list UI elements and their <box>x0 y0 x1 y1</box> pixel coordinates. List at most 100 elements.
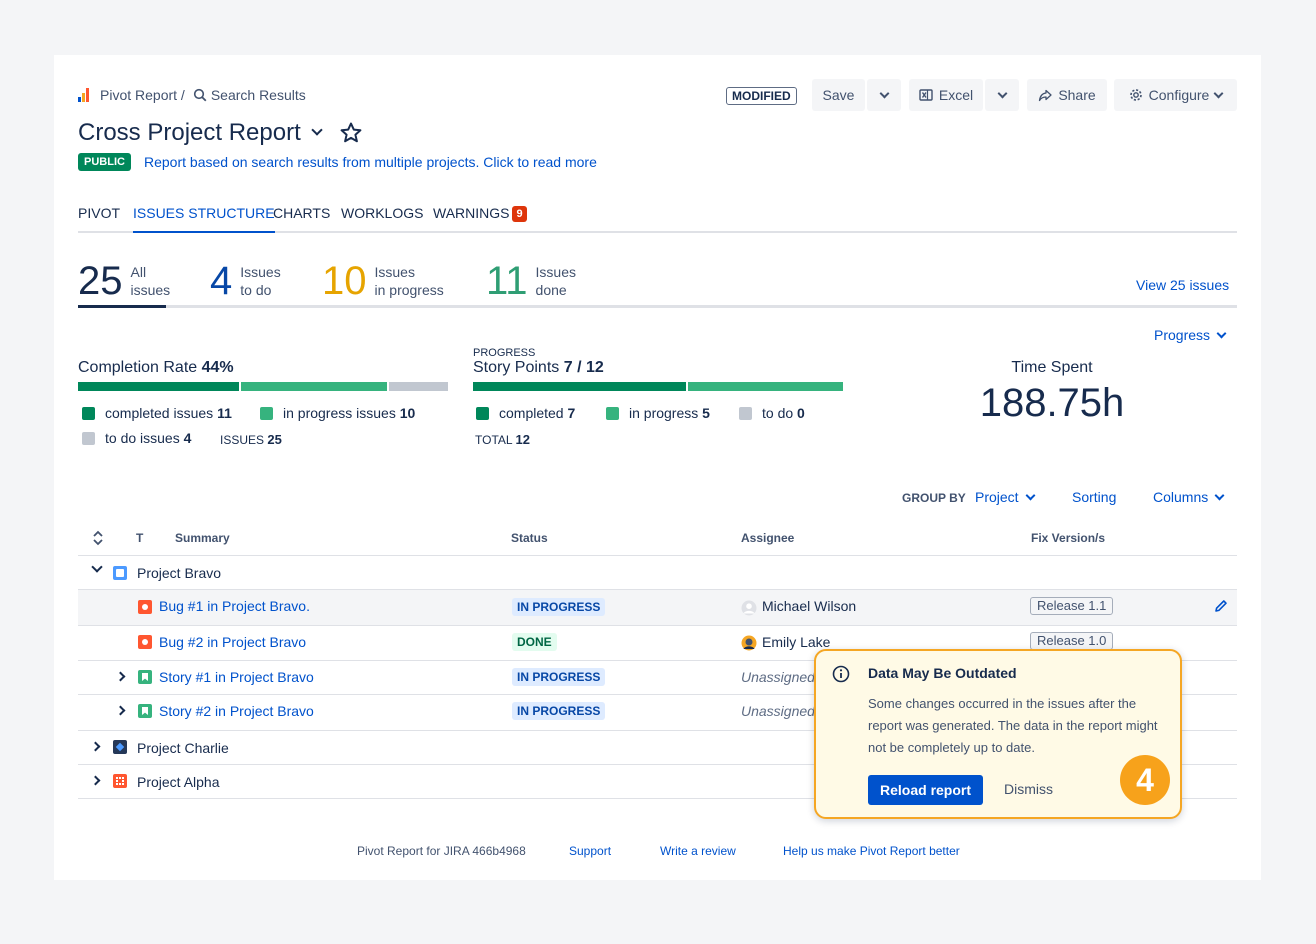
group-project-charlie[interactable]: Project Charlie <box>137 740 229 756</box>
stat-all-issues[interactable]: 25 All issues <box>78 261 170 301</box>
reload-report-button[interactable]: Reload report <box>868 775 984 805</box>
fix-version-badge[interactable]: Release 1.1 <box>1030 597 1114 615</box>
configure-button[interactable]: Configure <box>1114 79 1237 111</box>
footer-feedback-link[interactable]: Help us make Pivot Report better <box>783 844 960 858</box>
group-project-bravo[interactable]: Project Bravo <box>137 565 221 581</box>
tab-pivot[interactable]: PIVOT <box>78 205 120 233</box>
stat-label: Issues done <box>535 264 576 298</box>
breadcrumb-current[interactable]: Search Results <box>211 87 306 103</box>
footer-product-version: Pivot Report for JIRA 466b4968 <box>357 844 526 858</box>
group-expand-chevron-icon[interactable] <box>90 775 101 786</box>
chevron-down-icon <box>1025 490 1036 500</box>
footer-review-link[interactable]: Write a review <box>660 844 736 858</box>
story-points-value: 7 / 12 <box>563 359 604 376</box>
title-chevron-down-icon[interactable] <box>311 124 323 136</box>
column-header-status[interactable]: Status <box>511 531 548 545</box>
stat-issues-done[interactable]: 11 Issues done <box>486 261 576 301</box>
assignee-name: Michael Wilson <box>762 598 857 614</box>
legend-story-completed: completed 7 <box>476 405 575 421</box>
group-project-alpha[interactable]: Project Alpha <box>137 774 220 790</box>
stat-number: 4 <box>210 259 233 303</box>
issue-summary-link[interactable]: Bug #1 in Project Bravo. <box>159 598 310 614</box>
completion-bar-in-progress <box>241 382 387 391</box>
story-bar-completed <box>473 382 686 391</box>
stats-divider <box>78 305 1237 308</box>
group-by-dropdown[interactable]: Project <box>975 489 1036 505</box>
save-button[interactable]: Save <box>812 79 865 111</box>
completion-bar-to-do <box>389 382 448 391</box>
footer-support-link[interactable]: Support <box>569 844 611 858</box>
stat-label: Issues in progress <box>374 264 444 298</box>
column-header-summary[interactable]: Summary <box>175 531 230 545</box>
save-label: Save <box>822 87 855 103</box>
issue-summary-link[interactable]: Bug #2 in Project Bravo <box>159 634 306 650</box>
group-collapse-chevron-icon[interactable] <box>91 561 103 573</box>
group-by-label: GROUP BY <box>902 491 966 505</box>
table-divider <box>78 625 1237 626</box>
chevron-down-icon <box>1216 328 1227 338</box>
issue-summary-link[interactable]: Story #2 in Project Bravo <box>159 703 314 719</box>
story-points-title: Story Points 7 / 12 <box>473 359 604 376</box>
columns-label: Columns <box>1153 489 1209 505</box>
configure-label: Configure <box>1148 87 1210 103</box>
stat-issues-in-progress[interactable]: 10 Issues in progress <box>322 261 444 301</box>
search-icon <box>193 88 207 102</box>
expand-collapse-all-icon[interactable] <box>92 530 104 546</box>
legend-to-do-issues: to do issues 4 <box>82 430 191 446</box>
chevron-down-icon <box>1213 88 1224 98</box>
stat-label: All issues <box>130 264 171 298</box>
assignee-unassigned: Unassigned <box>741 703 815 719</box>
report-description-link[interactable]: Report based on search results from mult… <box>144 154 597 170</box>
view-issues-link[interactable]: View 25 issues <box>1136 277 1229 293</box>
issue-summary-link[interactable]: Story #1 in Project Bravo <box>159 669 314 685</box>
edit-pencil-icon[interactable] <box>1214 599 1228 613</box>
project-charlie-icon <box>113 740 127 754</box>
legend-story-to-do: to do 0 <box>739 405 805 421</box>
tab-charts[interactable]: CHARTS <box>273 205 330 233</box>
fix-version-badge[interactable]: Release 1.0 <box>1030 632 1114 650</box>
pivot-report-logo-icon <box>78 88 92 102</box>
legend-total-issues: ISSUES 25 <box>220 432 282 447</box>
column-header-assignee[interactable]: Assignee <box>741 531 794 545</box>
status-badge: IN PROGRESS <box>512 668 606 686</box>
tab-issues-structure[interactable]: ISSUES STRUCTURE <box>133 205 275 233</box>
report-title[interactable]: Cross Project Report <box>78 119 301 147</box>
sorting-button[interactable]: Sorting <box>1072 489 1116 505</box>
excel-icon <box>919 89 933 101</box>
completion-rate-value: 44% <box>201 359 234 376</box>
column-header-fix-version[interactable]: Fix Version/s <box>1031 531 1105 545</box>
step-number-badge: 4 <box>1120 755 1170 805</box>
column-header-type[interactable]: T <box>136 531 143 545</box>
save-dropdown-button[interactable] <box>867 79 901 111</box>
excel-dropdown-button[interactable] <box>985 79 1019 111</box>
chevron-down-icon <box>1214 490 1225 500</box>
story-points-caption: PROGRESS <box>473 347 536 359</box>
time-spent-value: 188.75h <box>979 381 1125 425</box>
story-icon <box>138 704 152 718</box>
columns-dropdown[interactable]: Columns <box>1153 489 1225 505</box>
row-expand-chevron-icon[interactable] <box>115 671 126 682</box>
progress-dropdown[interactable]: Progress <box>1154 327 1227 343</box>
group-expand-chevron-icon[interactable] <box>90 741 101 752</box>
story-bar-in-progress <box>688 382 843 391</box>
row-expand-chevron-icon[interactable] <box>115 705 126 716</box>
breadcrumb-root-link[interactable]: Pivot Report / <box>100 87 185 103</box>
warnings-count-badge: 9 <box>512 206 527 222</box>
tab-worklogs[interactable]: WORKLOGS <box>341 205 423 233</box>
stat-issues-to-do[interactable]: 4 Issues to do <box>210 261 281 301</box>
popup-title: Data May Be Outdated <box>868 665 1017 681</box>
progress-dropdown-label: Progress <box>1154 327 1211 343</box>
tab-bar: PIVOT ISSUES STRUCTURE CHARTS WORKLOGS W… <box>78 205 1237 233</box>
excel-button[interactable]: Excel <box>909 79 983 111</box>
project-alpha-icon <box>113 774 127 788</box>
dismiss-button[interactable]: Dismiss <box>1004 781 1053 797</box>
legend-completed-issues: completed issues 11 <box>82 405 232 421</box>
story-icon <box>138 670 152 684</box>
share-button[interactable]: Share <box>1027 79 1107 111</box>
chevron-down-icon <box>879 88 889 98</box>
status-badge: IN PROGRESS <box>512 598 606 616</box>
tab-warnings[interactable]: WARNINGS 9 <box>433 205 527 233</box>
avatar <box>741 635 757 651</box>
status-badge: IN PROGRESS <box>512 702 606 720</box>
star-icon[interactable] <box>339 121 363 145</box>
